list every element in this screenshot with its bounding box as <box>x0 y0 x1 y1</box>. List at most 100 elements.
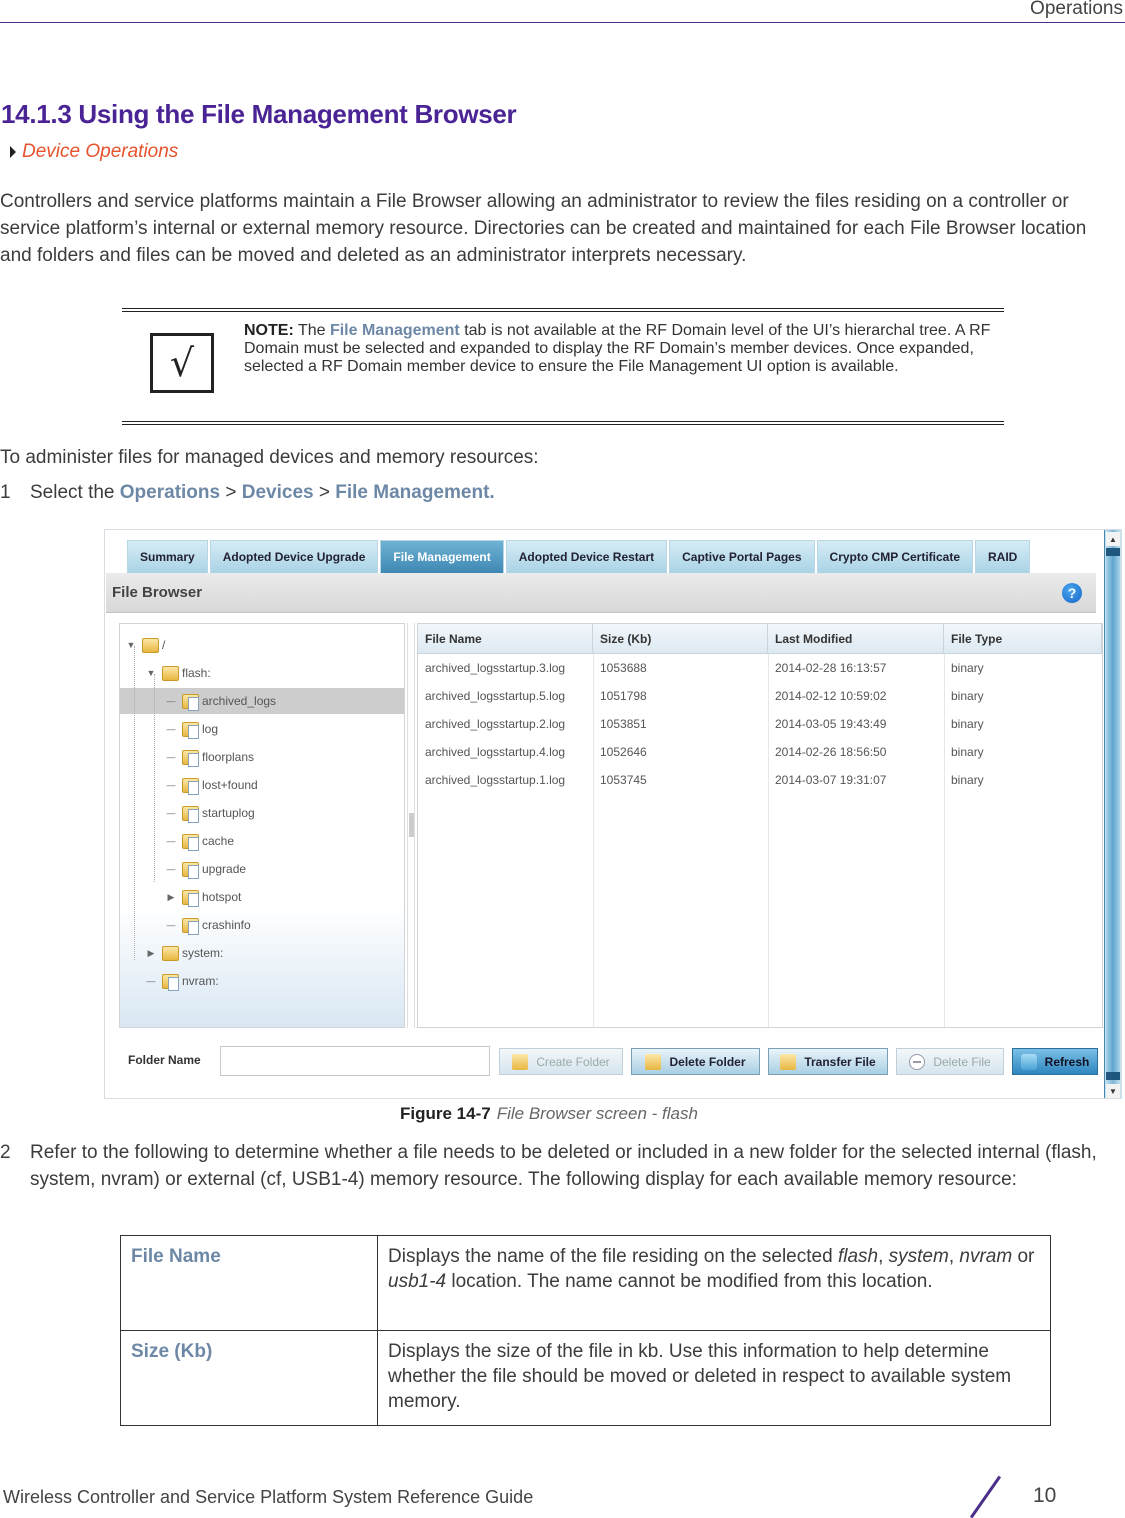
tree-node[interactable]: — lost+found <box>166 774 258 796</box>
intro-paragraph: Controllers and service platforms mainta… <box>0 191 1087 266</box>
menu-path-devices: Devices <box>241 482 314 503</box>
last-modified-cell: 2014-02-12 10:59:02 <box>775 689 887 703</box>
last-modified-cell: 2014-02-28 16:13:57 <box>775 661 887 675</box>
tree-node[interactable]: — startuplog <box>166 802 255 824</box>
tree-guide-line <box>134 646 135 960</box>
create-folder-button[interactable]: Create Folder <box>499 1048 623 1075</box>
vertical-scrollbar[interactable]: ▲ ▼ <box>1104 530 1121 1098</box>
tree-node[interactable]: ▶ hotspot <box>166 886 241 908</box>
tree-connector-icon: — <box>166 780 176 790</box>
button-label: Transfer File <box>804 1054 876 1069</box>
last-modified-cell: 2014-03-07 19:31:07 <box>775 773 887 787</box>
help-icon[interactable]: ? <box>1062 583 1082 603</box>
folder-add-icon <box>512 1053 529 1070</box>
tree-node[interactable]: ▶ system: <box>146 942 223 964</box>
breadcrumb[interactable]: Device Operations <box>10 141 178 163</box>
file-name-cell: archived_logsstartup.5.log <box>425 689 566 703</box>
tab-captive-portal-pages[interactable]: Captive Portal Pages <box>669 540 815 573</box>
running-head: Operations <box>1030 0 1123 19</box>
tab-summary[interactable]: Summary <box>127 540 208 573</box>
last-modified-cell: 2014-03-05 19:43:49 <box>775 717 887 731</box>
path-separator: > <box>313 482 336 503</box>
emphasized-term: usb1-4 <box>388 1271 447 1292</box>
column-header-last-modified[interactable]: Last Modified <box>768 624 944 654</box>
splitter-grip[interactable] <box>409 813 414 837</box>
file-type-cell: binary <box>951 745 984 759</box>
tree-node-label: flash: <box>182 666 211 680</box>
emphasized-term: flash <box>837 1246 879 1267</box>
collapse-caret-icon[interactable]: ▶ <box>146 948 156 959</box>
tree-node-label: log <box>202 722 219 736</box>
definition-text: location. The name cannot be modified fr… <box>446 1271 933 1292</box>
definition-text: , <box>948 1246 960 1267</box>
tree-connector-icon: — <box>146 976 156 986</box>
file-name-cell: archived_logsstartup.2.log <box>425 717 566 731</box>
pane-splitter[interactable] <box>407 623 415 1028</box>
delete-file-button[interactable]: Delete File <box>896 1048 1004 1075</box>
caption-label: Figure 14-7 <box>400 1104 491 1123</box>
tab-adopted-device-upgrade[interactable]: Adopted Device Upgrade <box>209 540 379 573</box>
tree-node[interactable]: ▼ / <box>126 634 165 656</box>
file-row[interactable]: archived_logsstartup.2.log 1053851 2014-03… <box>418 710 1102 738</box>
tree-node[interactable]: ▼ flash: <box>146 662 211 684</box>
tab-adopted-device-restart[interactable]: Adopted Device Restart <box>505 540 668 573</box>
step-text: Refer to the following to determine whet… <box>30 1142 1097 1190</box>
folder-name-input[interactable] <box>220 1046 490 1076</box>
section-title: 14.1.3 Using the File Management Browser <box>1 99 517 129</box>
scroll-up-icon[interactable]: ▲ <box>1106 532 1120 546</box>
collapse-caret-icon[interactable]: ▶ <box>166 892 176 903</box>
tree-node[interactable]: — cache <box>166 830 234 852</box>
file-row[interactable]: archived_logsstartup.1.log 1053745 2014-03… <box>418 766 1102 794</box>
breadcrumb-link[interactable]: Device Operations <box>22 141 178 163</box>
emphasized-term: system <box>888 1246 949 1267</box>
tree-connector-icon: — <box>166 696 176 706</box>
folder-icon <box>182 889 199 907</box>
last-modified-cell: 2014-02-26 18:56:50 <box>775 745 887 759</box>
definition-term: File Name <box>120 1235 378 1331</box>
column-header-size[interactable]: Size (Kb) <box>593 624 768 654</box>
note-text-part: The <box>293 322 330 339</box>
tree-node-label: archived_logs <box>202 694 277 708</box>
transfer-file-button[interactable]: Transfer File <box>768 1048 888 1075</box>
header-rule <box>0 22 1125 23</box>
refresh-button[interactable]: Refresh <box>1012 1048 1098 1075</box>
note-text: NOTE: The File Management tab is not ava… <box>244 322 1004 376</box>
folder-icon <box>182 777 199 795</box>
scroll-down-icon[interactable]: ▼ <box>1106 1084 1120 1098</box>
note-highlight: File Management <box>329 322 460 339</box>
tree-node[interactable]: — nvram: <box>146 970 219 992</box>
button-label: Delete Folder <box>669 1054 746 1069</box>
tree-node[interactable]: — archived_logs <box>166 690 276 712</box>
tab-raid[interactable]: RAID <box>975 540 1031 573</box>
step-text: Select the <box>30 482 120 503</box>
admin-intro: To administer files for managed devices … <box>0 447 539 468</box>
path-separator: > <box>220 482 242 503</box>
tree-connector-icon: — <box>166 724 176 734</box>
tree-node[interactable]: — crashinfo <box>166 914 251 936</box>
size-cell: 1053745 <box>600 773 647 787</box>
tree-node-label: cache <box>202 834 235 848</box>
file-name-cell: archived_logsstartup.1.log <box>425 773 566 787</box>
file-grid: File Name Size (Kb) Last Modified File T… <box>417 623 1103 1028</box>
definition-term: Size (Kb) <box>120 1330 378 1426</box>
file-row[interactable]: archived_logsstartup.5.log 1051798 2014-02… <box>418 682 1102 710</box>
tree-connector-icon: — <box>166 864 176 874</box>
action-bar: Folder Name Create Folder Delete Folder … <box>106 1036 1098 1086</box>
folder-icon <box>182 861 199 879</box>
column-header-file-name[interactable]: File Name <box>418 624 593 654</box>
tree-connector-icon: — <box>166 836 176 846</box>
tab-crypto-cmp-certificate[interactable]: Crypto CMP Certificate <box>816 540 974 573</box>
column-header-file-type[interactable]: File Type <box>944 624 1102 654</box>
tree-node[interactable]: — upgrade <box>166 858 246 880</box>
file-row[interactable]: archived_logsstartup.3.log 1053688 2014-02… <box>418 654 1102 682</box>
folder-icon <box>142 637 159 653</box>
tree-node[interactable]: — floorplans <box>166 746 254 768</box>
tree-node[interactable]: — log <box>166 718 218 740</box>
tab-file-management[interactable]: File Management <box>380 540 504 573</box>
file-type-cell: binary <box>951 689 984 703</box>
file-row[interactable]: archived_logsstartup.4.log 1052646 2014-02… <box>418 738 1102 766</box>
scrollbar-thumb[interactable] <box>1106 548 1120 1080</box>
folder-icon <box>182 833 199 851</box>
delete-folder-button[interactable]: Delete Folder <box>631 1048 760 1075</box>
minus-circle-icon <box>909 1053 926 1070</box>
